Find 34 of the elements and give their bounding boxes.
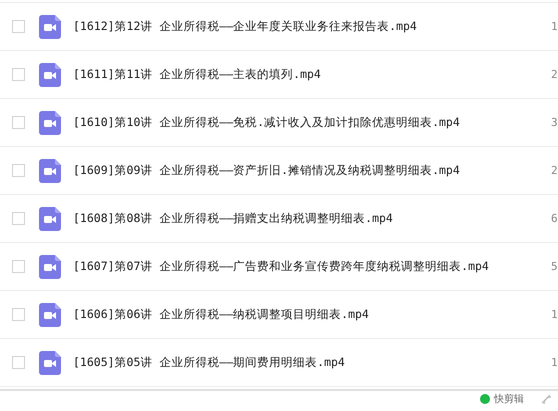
table-cell: 2 [551, 68, 558, 81]
file-name[interactable]: [1606]第06讲 企业所得税——纳税调整项目明细表.mp4 [73, 307, 369, 322]
table-cell: 1 [551, 356, 558, 369]
video-file-icon [39, 350, 61, 374]
status-icon [480, 394, 490, 404]
checkbox[interactable] [12, 116, 25, 129]
file-name[interactable]: [1610]第10讲 企业所得税——免税.减计收入及加计扣除优惠明细表.mp4 [73, 115, 460, 130]
file-name[interactable]: [1605]第05讲 企业所得税——期间费用明细表.mp4 [73, 355, 345, 370]
checkbox[interactable] [12, 212, 25, 225]
file-name[interactable]: [1608]第08讲 企业所得税——捐赠支出纳税调整明细表.mp4 [73, 211, 393, 226]
table-cell: 2 [551, 164, 558, 177]
checkbox[interactable] [12, 164, 25, 177]
app-label[interactable]: 快剪辑 [494, 394, 524, 405]
video-file-icon [39, 62, 61, 86]
video-file-icon [39, 254, 61, 278]
video-file-icon [39, 14, 61, 38]
table-cell: 5 [551, 260, 558, 273]
checkbox[interactable] [12, 68, 25, 81]
video-file-icon [39, 206, 61, 230]
file-name[interactable]: [1609]第09讲 企业所得税——资产折旧.摊销情况及纳税调整明细表.mp4 [73, 163, 460, 178]
file-name[interactable]: [1612]第12讲 企业所得税——企业年度关联业务往来报告表.mp4 [73, 19, 417, 34]
checkbox[interactable] [12, 356, 25, 369]
table-cell: 1 [551, 20, 558, 33]
video-file-icon [39, 110, 61, 134]
checkbox[interactable] [12, 20, 25, 33]
checkbox[interactable] [12, 260, 25, 273]
file-name[interactable]: [1611]第11讲 企业所得税——主表的填列.mp4 [73, 67, 321, 82]
table-cell: 6 [551, 212, 558, 225]
video-file-icon [39, 158, 61, 182]
table-cell: 3 [551, 116, 558, 129]
table-cell: 1 [551, 308, 558, 321]
checkbox[interactable] [12, 308, 25, 321]
video-file-icon [39, 302, 61, 326]
file-name[interactable]: [1607]第07讲 企业所得税——广告费和业务宣传费跨年度纳税调整明细表.mp4 [73, 259, 489, 274]
